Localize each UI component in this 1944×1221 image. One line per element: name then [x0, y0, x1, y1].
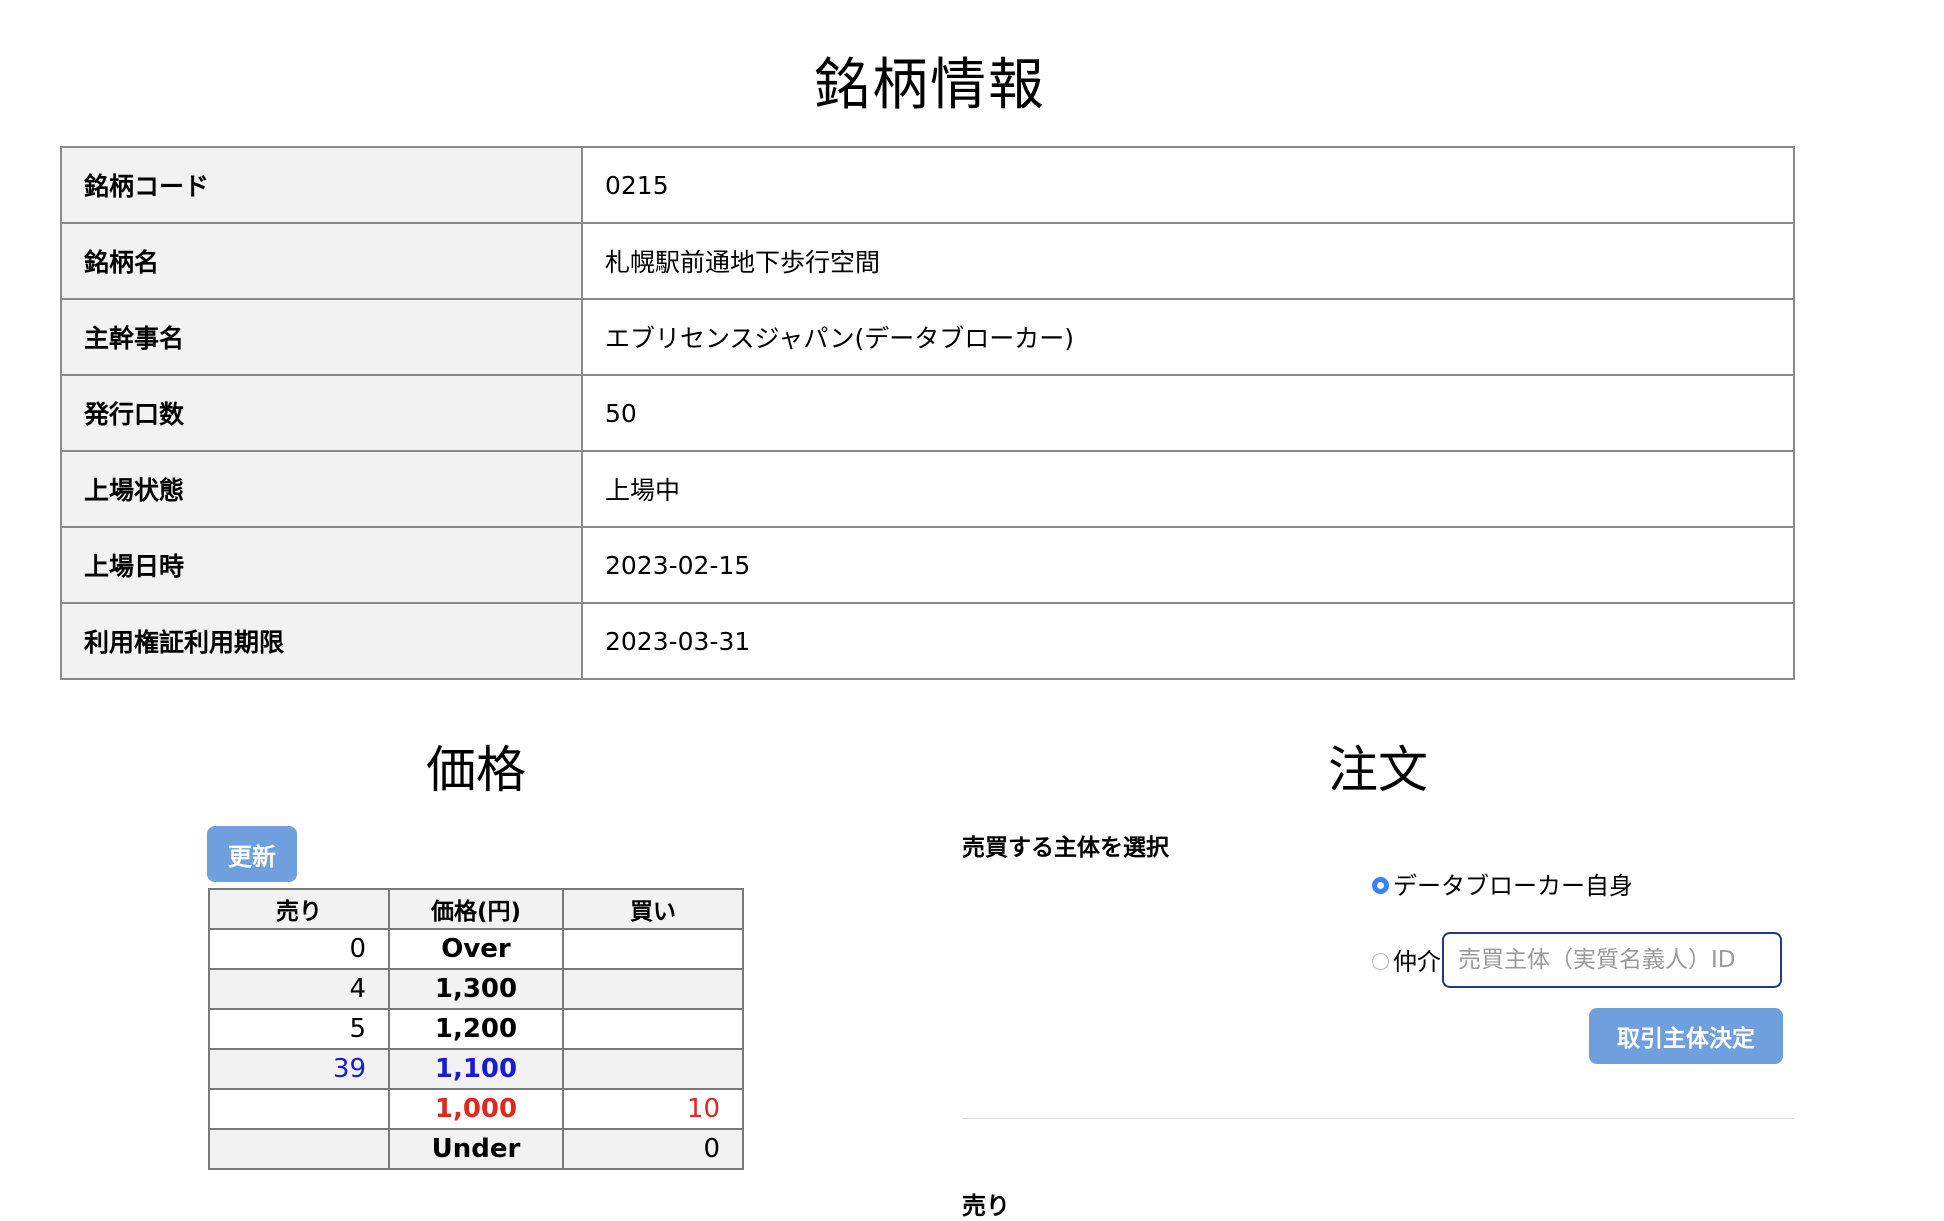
- price-level: 1,300: [388, 968, 564, 1010]
- price-section-title: 価格: [426, 741, 526, 799]
- buy-qty: [562, 1048, 744, 1090]
- info-row-code: 銘柄コード 0215: [60, 146, 1795, 224]
- buy-qty: 10: [562, 1088, 744, 1130]
- info-value: 2023-03-31: [581, 602, 1795, 680]
- info-label: 上場日時: [60, 526, 583, 604]
- entity-select-label: 売買する主体を選択: [962, 835, 1169, 861]
- order-book-header: 売り 価格(円) 買い: [208, 888, 744, 930]
- stock-info-table: 銘柄コード 0215 銘柄名 札幌駅前通地下歩行空間 主幹事名 エブリセンスジャ…: [60, 146, 1795, 680]
- info-row-lead-manager: 主幹事名 エブリセンスジャパン(データブローカー): [60, 298, 1795, 376]
- sell-qty: 4: [208, 968, 390, 1010]
- sell-qty: [208, 1088, 390, 1130]
- info-label: 上場状態: [60, 450, 583, 528]
- order-section-title: 注文: [1328, 741, 1428, 799]
- info-value: 50: [581, 374, 1795, 452]
- order-book-row: 4 1,300: [208, 968, 744, 1010]
- entity-id-input[interactable]: [1442, 932, 1782, 988]
- radio-broker-label: 仲介: [1393, 948, 1441, 976]
- order-book-row-best-bid: 1,000 10: [208, 1088, 744, 1130]
- buy-qty: 0: [562, 1128, 744, 1170]
- info-label: 利用権証利用期限: [60, 602, 583, 680]
- sell-heading: 売り: [962, 1192, 1010, 1220]
- decide-entity-button[interactable]: 取引主体決定: [1589, 1008, 1783, 1064]
- info-row-units-issued: 発行口数 50: [60, 374, 1795, 452]
- radio-self-label: データブローカー自身: [1393, 872, 1633, 900]
- info-value: 2023-02-15: [581, 526, 1795, 604]
- sell-qty: [208, 1128, 390, 1170]
- sell-qty: 0: [208, 928, 390, 970]
- info-value: 上場中: [581, 450, 1795, 528]
- info-row-listing-date: 上場日時 2023-02-15: [60, 526, 1795, 604]
- page-title: 銘柄情報: [814, 53, 1046, 118]
- buy-qty: [562, 968, 744, 1010]
- info-row-name: 銘柄名 札幌駅前通地下歩行空間: [60, 222, 1795, 300]
- buy-qty: [562, 1008, 744, 1050]
- radio-broker-option[interactable]: 仲介: [1372, 942, 1441, 977]
- order-book-row-best-ask: 39 1,100: [208, 1048, 744, 1090]
- sell-header: 売り: [208, 888, 390, 930]
- order-book-row: Under 0: [208, 1128, 744, 1170]
- buy-qty: [562, 928, 744, 970]
- radio-self-option[interactable]: データブローカー自身: [1372, 866, 1633, 901]
- price-level: Under: [388, 1128, 564, 1170]
- price-header: 価格(円): [388, 888, 564, 930]
- info-label: 発行口数: [60, 374, 583, 452]
- info-value: エブリセンスジャパン(データブローカー): [581, 298, 1795, 376]
- sell-qty: 39: [208, 1048, 390, 1090]
- info-row-listing-status: 上場状態 上場中: [60, 450, 1795, 528]
- order-book-row: 5 1,200: [208, 1008, 744, 1050]
- info-value: 0215: [581, 146, 1795, 224]
- info-label: 銘柄コード: [60, 146, 583, 224]
- refresh-button[interactable]: 更新: [207, 826, 297, 882]
- price-level: 1,200: [388, 1008, 564, 1050]
- order-book-row: 0 Over: [208, 928, 744, 970]
- sell-qty: 5: [208, 1008, 390, 1050]
- buy-header: 買い: [562, 888, 744, 930]
- info-value: 札幌駅前通地下歩行空間: [581, 222, 1795, 300]
- price-level: Over: [388, 928, 564, 970]
- info-label: 主幹事名: [60, 298, 583, 376]
- order-book-table: 売り 価格(円) 買い 0 Over 4 1,300 5 1,200 39 1,…: [208, 888, 744, 1170]
- radio-button-self[interactable]: [1372, 877, 1389, 894]
- section-divider: [962, 1118, 1794, 1119]
- price-level: 1,000: [388, 1088, 564, 1130]
- radio-button-broker[interactable]: [1372, 953, 1389, 970]
- info-label: 銘柄名: [60, 222, 583, 300]
- price-level: 1,100: [388, 1048, 564, 1090]
- info-row-expiry: 利用権証利用期限 2023-03-31: [60, 602, 1795, 680]
